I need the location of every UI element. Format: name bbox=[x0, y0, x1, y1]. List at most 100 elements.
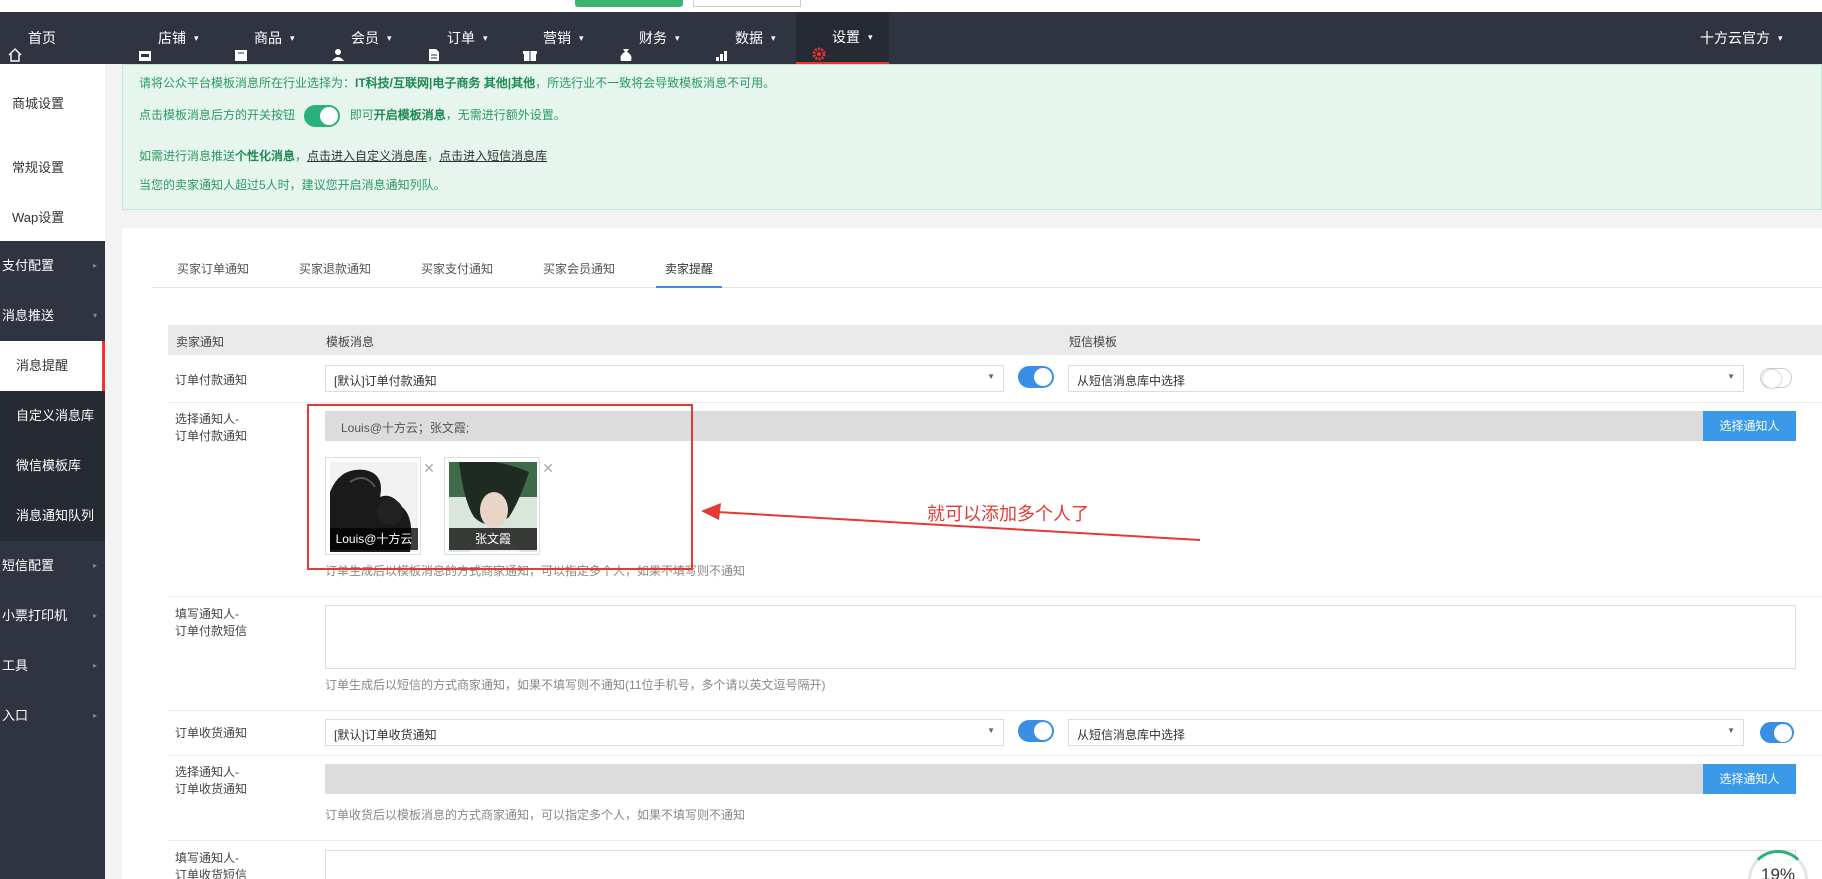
caret-down-icon: ▼ bbox=[987, 726, 995, 735]
nav-settings[interactable]: 设置 ▾ bbox=[796, 12, 889, 64]
row-divider bbox=[168, 840, 1822, 841]
header-sms-template: 短信模板 bbox=[1069, 335, 1118, 349]
sidebar-group-entry[interactable]: 入口 ▸ bbox=[0, 691, 105, 741]
nav-home[interactable]: 首页 bbox=[8, 12, 56, 64]
sms-toggle-order-receipt[interactable] bbox=[1760, 722, 1794, 743]
sms-select-order-payment[interactable]: 从短信消息库中选择 ▼ bbox=[1068, 365, 1744, 392]
sidebar-item-label: 消息通知队列 bbox=[16, 508, 95, 523]
nav-order[interactable]: 订单 ▾ bbox=[427, 12, 488, 64]
sidebar-item-label: 微信模板库 bbox=[16, 458, 82, 473]
row-divider bbox=[168, 402, 1822, 403]
row-label-order-payment: 订单付款通知 bbox=[175, 373, 248, 387]
sms-message-library-link[interactable]: 点击进入短信消息库 bbox=[439, 149, 547, 163]
annotation-text: 就可以添加多个人了 bbox=[927, 504, 1089, 524]
sidebar-item-label: 工具 bbox=[2, 658, 29, 673]
nav-member[interactable]: 会员 ▾ bbox=[331, 12, 392, 64]
sms-phone-textarea-receipt[interactable] bbox=[325, 850, 1796, 879]
nav-member-label: 会员 bbox=[351, 30, 379, 46]
row-label-line: 订单收货短信 bbox=[175, 868, 248, 879]
sidebar: 商城设置 常规设置 Wap设置 支付配置 ▸ 消息推送 ▾ 消息提醒 自定义消息库 … bbox=[0, 64, 105, 879]
sidebar-item-message-reminder[interactable]: 消息提醒 bbox=[0, 341, 105, 391]
sidebar-group-tools[interactable]: 工具 ▸ bbox=[0, 641, 105, 691]
chevron-down-icon: ▾ bbox=[387, 33, 392, 43]
demo-toggle[interactable] bbox=[304, 105, 341, 127]
sidebar-item-wechat-template-library[interactable]: 微信模板库 bbox=[0, 441, 105, 491]
home-icon bbox=[8, 31, 22, 62]
sidebar-item-label: 小票打印机 bbox=[2, 608, 68, 623]
sidebar-item-custom-message-library[interactable]: 自定义消息库 bbox=[0, 391, 105, 441]
template-toggle-order-receipt[interactable] bbox=[1018, 720, 1054, 742]
shop-icon bbox=[138, 31, 152, 61]
info-bold: IT科技/互联网|电子商务 其他|其他 bbox=[355, 76, 536, 90]
row-divider bbox=[168, 755, 1822, 756]
tab-buyer-order[interactable]: 买家订单通知 bbox=[177, 260, 249, 288]
sidebar-item-message-queue[interactable]: 消息通知队列 bbox=[0, 491, 105, 541]
select-notifier-button-receipt[interactable]: 选择通知人 bbox=[1703, 764, 1796, 794]
sidebar-group-printer[interactable]: 小票打印机 ▸ bbox=[0, 591, 105, 641]
green-button-edge[interactable] bbox=[575, 0, 683, 7]
info-text: 点击模板消息后方的开关按钮 bbox=[139, 108, 296, 123]
hint-order-payment-sms: 订单生成后以短信的方式商家通知，如果不填写则不通知(11位手机号，多个请以英文逗… bbox=[325, 678, 826, 692]
tab-buyer-payment[interactable]: 买家支付通知 bbox=[421, 260, 493, 288]
sms-phone-textarea-payment[interactable] bbox=[325, 605, 1796, 669]
row-label-line: 选择通知人- bbox=[175, 412, 239, 426]
nav-data-label: 数据 bbox=[735, 30, 763, 46]
sms-select-order-receipt[interactable]: 从短信消息库中选择 ▼ bbox=[1068, 719, 1744, 746]
nav-finance[interactable]: 财务 ▾ bbox=[619, 12, 680, 64]
account-menu[interactable]: 十方云官方 ▾ bbox=[1700, 12, 1783, 64]
select-value: 从短信消息库中选择 bbox=[1077, 374, 1186, 388]
select-value: [默认]订单收货通知 bbox=[334, 728, 437, 742]
account-name: 十方云官方 bbox=[1700, 30, 1770, 46]
caret-down-icon: ▼ bbox=[1727, 726, 1735, 735]
goods-icon bbox=[234, 31, 248, 61]
sidebar-item-label: Wap设置 bbox=[12, 210, 65, 225]
sidebar-group-message-push[interactable]: 消息推送 ▾ bbox=[0, 291, 105, 341]
nav-data[interactable]: 数据 ▾ bbox=[715, 12, 776, 64]
nav-marketing[interactable]: 营销 ▾ bbox=[523, 12, 584, 64]
info-text: 如需进行消息推送 bbox=[139, 149, 236, 163]
chart-icon bbox=[715, 31, 729, 61]
tab-buyer-member[interactable]: 买家会员通知 bbox=[543, 260, 615, 288]
sms-toggle-order-payment[interactable] bbox=[1760, 368, 1792, 388]
sidebar-item-label: 支付配置 bbox=[2, 258, 55, 273]
nav-marketing-label: 营销 bbox=[543, 30, 571, 46]
sidebar-group-payment[interactable]: 支付配置 ▸ bbox=[0, 241, 105, 291]
chevron-down-icon: ▾ bbox=[483, 33, 488, 43]
sidebar-item-general-settings[interactable]: 常规设置 bbox=[0, 143, 105, 193]
nav-goods[interactable]: 商品 ▾ bbox=[234, 12, 295, 64]
info-line-custom: 如需进行消息推送个性化消息，点击进入自定义消息库，点击进入短信消息库 bbox=[139, 149, 548, 163]
sidebar-item-label: 消息推送 bbox=[2, 308, 55, 323]
info-text: ，无需进行额外设置。 bbox=[445, 108, 566, 123]
custom-message-library-link[interactable]: 点击进入自定义消息库 bbox=[307, 149, 427, 163]
tab-seller-reminder[interactable]: 卖家提醒 bbox=[656, 260, 723, 288]
gear-icon bbox=[812, 30, 826, 61]
template-select-order-receipt[interactable]: [默认]订单收货通知 ▼ bbox=[325, 719, 1004, 746]
tab-buyer-refund[interactable]: 买家退款通知 bbox=[299, 260, 371, 288]
notifier-list-order-receipt[interactable] bbox=[325, 764, 1703, 794]
row-label-line: 填写通知人- bbox=[175, 607, 239, 621]
info-notice: 请将公众平台模板消息所在行业选择为：IT科技/互联网|电子商务 其他|其他，所选… bbox=[122, 64, 1822, 210]
chevron-down-icon: ▾ bbox=[771, 33, 776, 43]
tab-bar: 买家订单通知 买家退款通知 买家支付通知 买家会员通知 卖家提醒 bbox=[152, 228, 1822, 288]
top-nav: 首页 店铺 ▾ 商品 ▾ 会员 ▾ 订单 ▾ 营销 ▾ 财务 ▾ 数据 ▾ 设置 ▾ 十方云官方… bbox=[0, 12, 1822, 64]
sidebar-item-wap-settings[interactable]: Wap设置 bbox=[0, 193, 105, 243]
row-label-line: 订单收货通知 bbox=[175, 782, 248, 796]
nav-order-label: 订单 bbox=[447, 30, 475, 46]
nav-shop[interactable]: 店铺 ▾ bbox=[138, 12, 199, 64]
info-text: 即可 bbox=[349, 108, 374, 123]
template-toggle-order-payment[interactable] bbox=[1018, 366, 1054, 388]
annotation-highlight-box bbox=[307, 404, 693, 570]
template-select-order-payment[interactable]: [默认]订单付款通知 ▼ bbox=[325, 365, 1004, 392]
info-bold: 开启模板消息 bbox=[373, 108, 446, 123]
sidebar-group-sms[interactable]: 短信配置 ▸ bbox=[0, 541, 105, 591]
sidebar-item-mall-settings[interactable]: 商城设置 bbox=[0, 79, 105, 129]
info-text: 请将公众平台模板消息所在行业选择为： bbox=[139, 76, 356, 90]
row-label-order-receipt: 订单收货通知 bbox=[175, 726, 248, 740]
nav-home-label: 首页 bbox=[28, 30, 56, 46]
header-seller-notify: 卖家通知 bbox=[176, 335, 225, 349]
select-notifier-button[interactable]: 选择通知人 bbox=[1703, 411, 1796, 441]
info-bold: 个性化消息 bbox=[235, 149, 296, 163]
caret-down-icon: ▼ bbox=[1727, 372, 1735, 381]
chevron-down-icon: ▾ bbox=[579, 33, 584, 43]
white-button-edge[interactable] bbox=[693, 0, 801, 7]
